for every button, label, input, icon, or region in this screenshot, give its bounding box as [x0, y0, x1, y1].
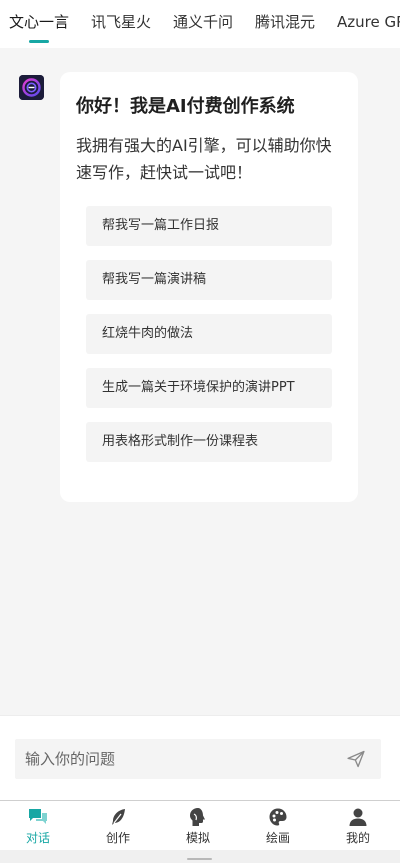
welcome-title: 你好！我是AI付费创作系统 [76, 96, 295, 117]
chat-bubbles-icon [29, 809, 47, 824]
nav-label: 我的 [345, 831, 370, 845]
tab-azure-gpt[interactable]: Azure GPT [337, 12, 400, 32]
suggestion-item[interactable]: 帮我写一篇演讲稿 [86, 260, 332, 300]
bottom-nav: 对话 创作 模拟 绘画 我的 [0, 800, 400, 850]
suggestion-item[interactable]: 生成一篇关于环境保护的演讲PPT [86, 368, 332, 408]
nav-label: 对话 [25, 831, 50, 845]
suggestion-item[interactable]: 红烧牛肉的做法 [86, 314, 332, 354]
tab-hunyuan[interactable]: 腾讯混元 [255, 12, 315, 32]
composer [0, 715, 400, 800]
head-profile-icon [190, 808, 205, 826]
nav-chat[interactable]: 对话 [18, 807, 58, 845]
welcome-description: 我拥有强大的AI引擎，可以辅助你快速写作，赶快试一试吧！ [76, 136, 332, 182]
suggestion-item[interactable]: 用表格形式制作一份课程表 [86, 422, 332, 462]
suggestion-item[interactable]: 帮我写一篇工作日报 [86, 206, 332, 246]
model-tab-bar: 文心一言 讯飞星火 通义千问 腾讯混元 Azure GPT [0, 0, 400, 48]
nav-label: 绘画 [265, 831, 290, 845]
tab-tongyi[interactable]: 通义千问 [173, 12, 233, 32]
question-input[interactable] [15, 739, 335, 779]
nav-draw[interactable]: 绘画 [258, 807, 298, 845]
nav-simulate[interactable]: 模拟 [178, 807, 218, 845]
send-icon[interactable] [346, 749, 366, 769]
nav-label: 创作 [105, 831, 130, 845]
question-input-box [15, 739, 381, 779]
feather-icon [112, 809, 125, 825]
active-tab-indicator [29, 40, 49, 43]
welcome-card: 你好！我是AI付费创作系统 我拥有强大的AI引擎，可以辅助你快速写作，赶快试一试… [60, 72, 358, 502]
home-indicator-area [0, 850, 400, 863]
user-icon [349, 808, 367, 826]
bot-logo-icon [19, 75, 44, 100]
palette-icon [269, 808, 287, 826]
nav-create[interactable]: 创作 [98, 807, 138, 845]
bot-avatar [19, 75, 44, 100]
tab-wenxin[interactable]: 文心一言 [9, 12, 69, 32]
nav-profile[interactable]: 我的 [338, 807, 378, 845]
nav-label: 模拟 [185, 831, 210, 845]
tab-xunfei[interactable]: 讯飞星火 [91, 12, 151, 32]
home-indicator [187, 858, 212, 860]
